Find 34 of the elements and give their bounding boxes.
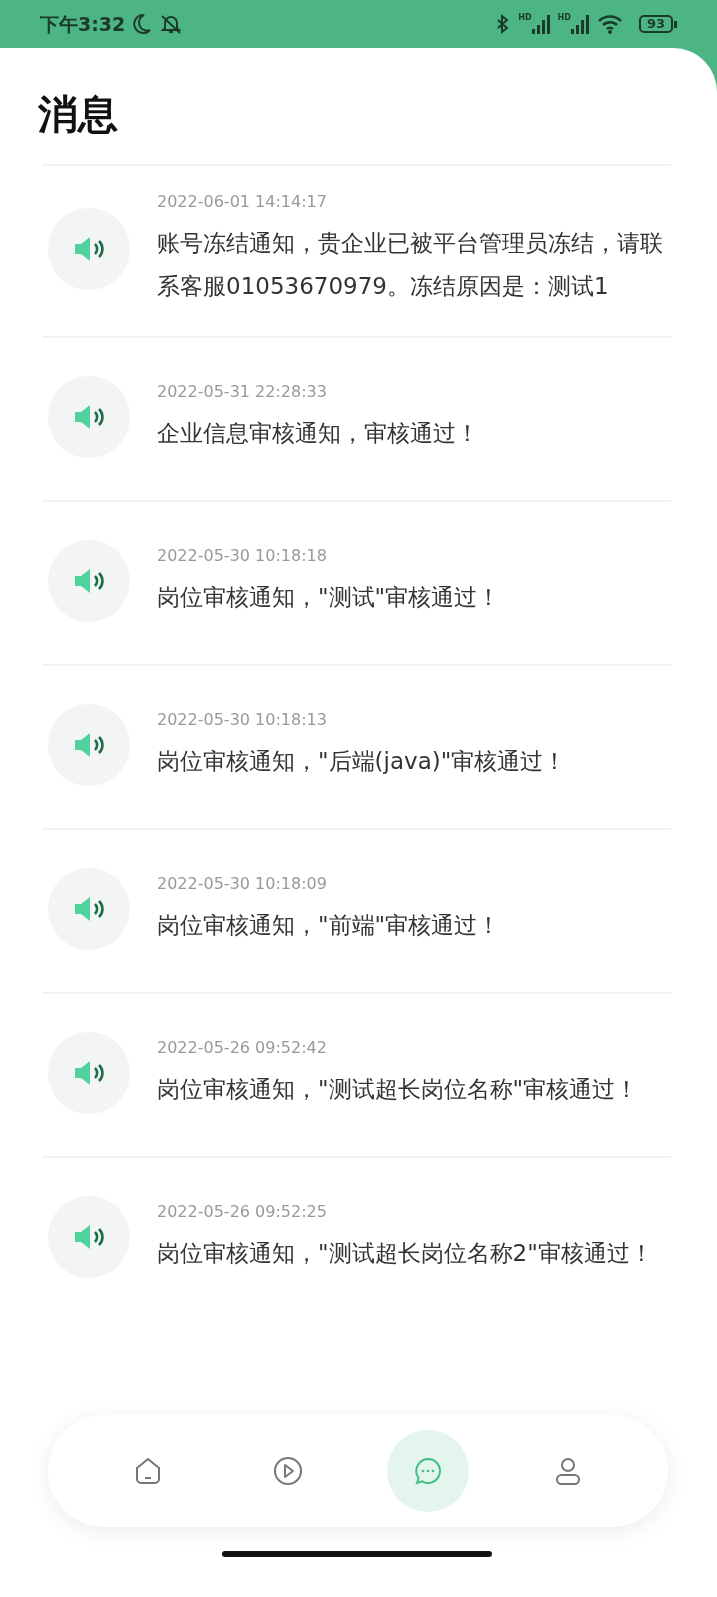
message-text: 岗位审核通知，"测试超长岗位名称"审核通过！ (157, 1074, 640, 1104)
muted-bell-icon (159, 13, 184, 35)
message-time: 2022-05-30 10:18:18 (157, 544, 328, 567)
message-text: 岗位审核通知，"后端(java)"审核通过！ (157, 746, 568, 776)
hd-label: HD (518, 14, 532, 22)
battery-indicator: 93 (638, 15, 673, 33)
message-time: 2022-05-31 22:28:33 (157, 380, 328, 403)
speaker-icon (72, 566, 106, 596)
bluetooth-icon (496, 13, 511, 35)
signal-icon (531, 14, 550, 34)
play-icon (272, 1455, 304, 1487)
speaker-icon (72, 402, 106, 432)
speaker-icon (72, 1222, 106, 1252)
message-text: 账号冻结通知，贵企业已被平台管理员冻结，请联系客服01053670979。冻结原因是：测试1 (157, 229, 664, 301)
speaker-icon (72, 1058, 106, 1088)
moon-icon (131, 13, 152, 35)
message-text: 岗位审核通知，"前端"审核通过！ (157, 910, 502, 940)
page-title: 消息 (37, 90, 119, 139)
message-text: 岗位审核通知，"测试超长岗位名称2"审核通过！ (157, 1238, 654, 1268)
message-text: 岗位审核通知，"测试"审核通过！ (157, 582, 502, 612)
message-time: 2022-05-30 10:18:13 (157, 708, 328, 731)
message-text: 企业信息审核通知，审核通过！ (157, 418, 480, 448)
hd-label: HD (557, 14, 571, 22)
wifi-icon (596, 13, 623, 35)
message-time: 2022-05-30 10:18:09 (157, 872, 328, 895)
signal-icon (570, 14, 589, 34)
message-time: 2022-05-26 09:52:42 (157, 1036, 328, 1059)
speaker-icon (72, 894, 106, 924)
speaker-icon (72, 234, 106, 264)
chat-icon (412, 1455, 444, 1487)
message-time: 2022-06-01 14:14:17 (157, 191, 328, 213)
message-time: 2022-05-26 09:52:25 (157, 1200, 328, 1223)
status-time: 下午3:32 (40, 11, 126, 37)
speaker-icon (72, 730, 106, 760)
